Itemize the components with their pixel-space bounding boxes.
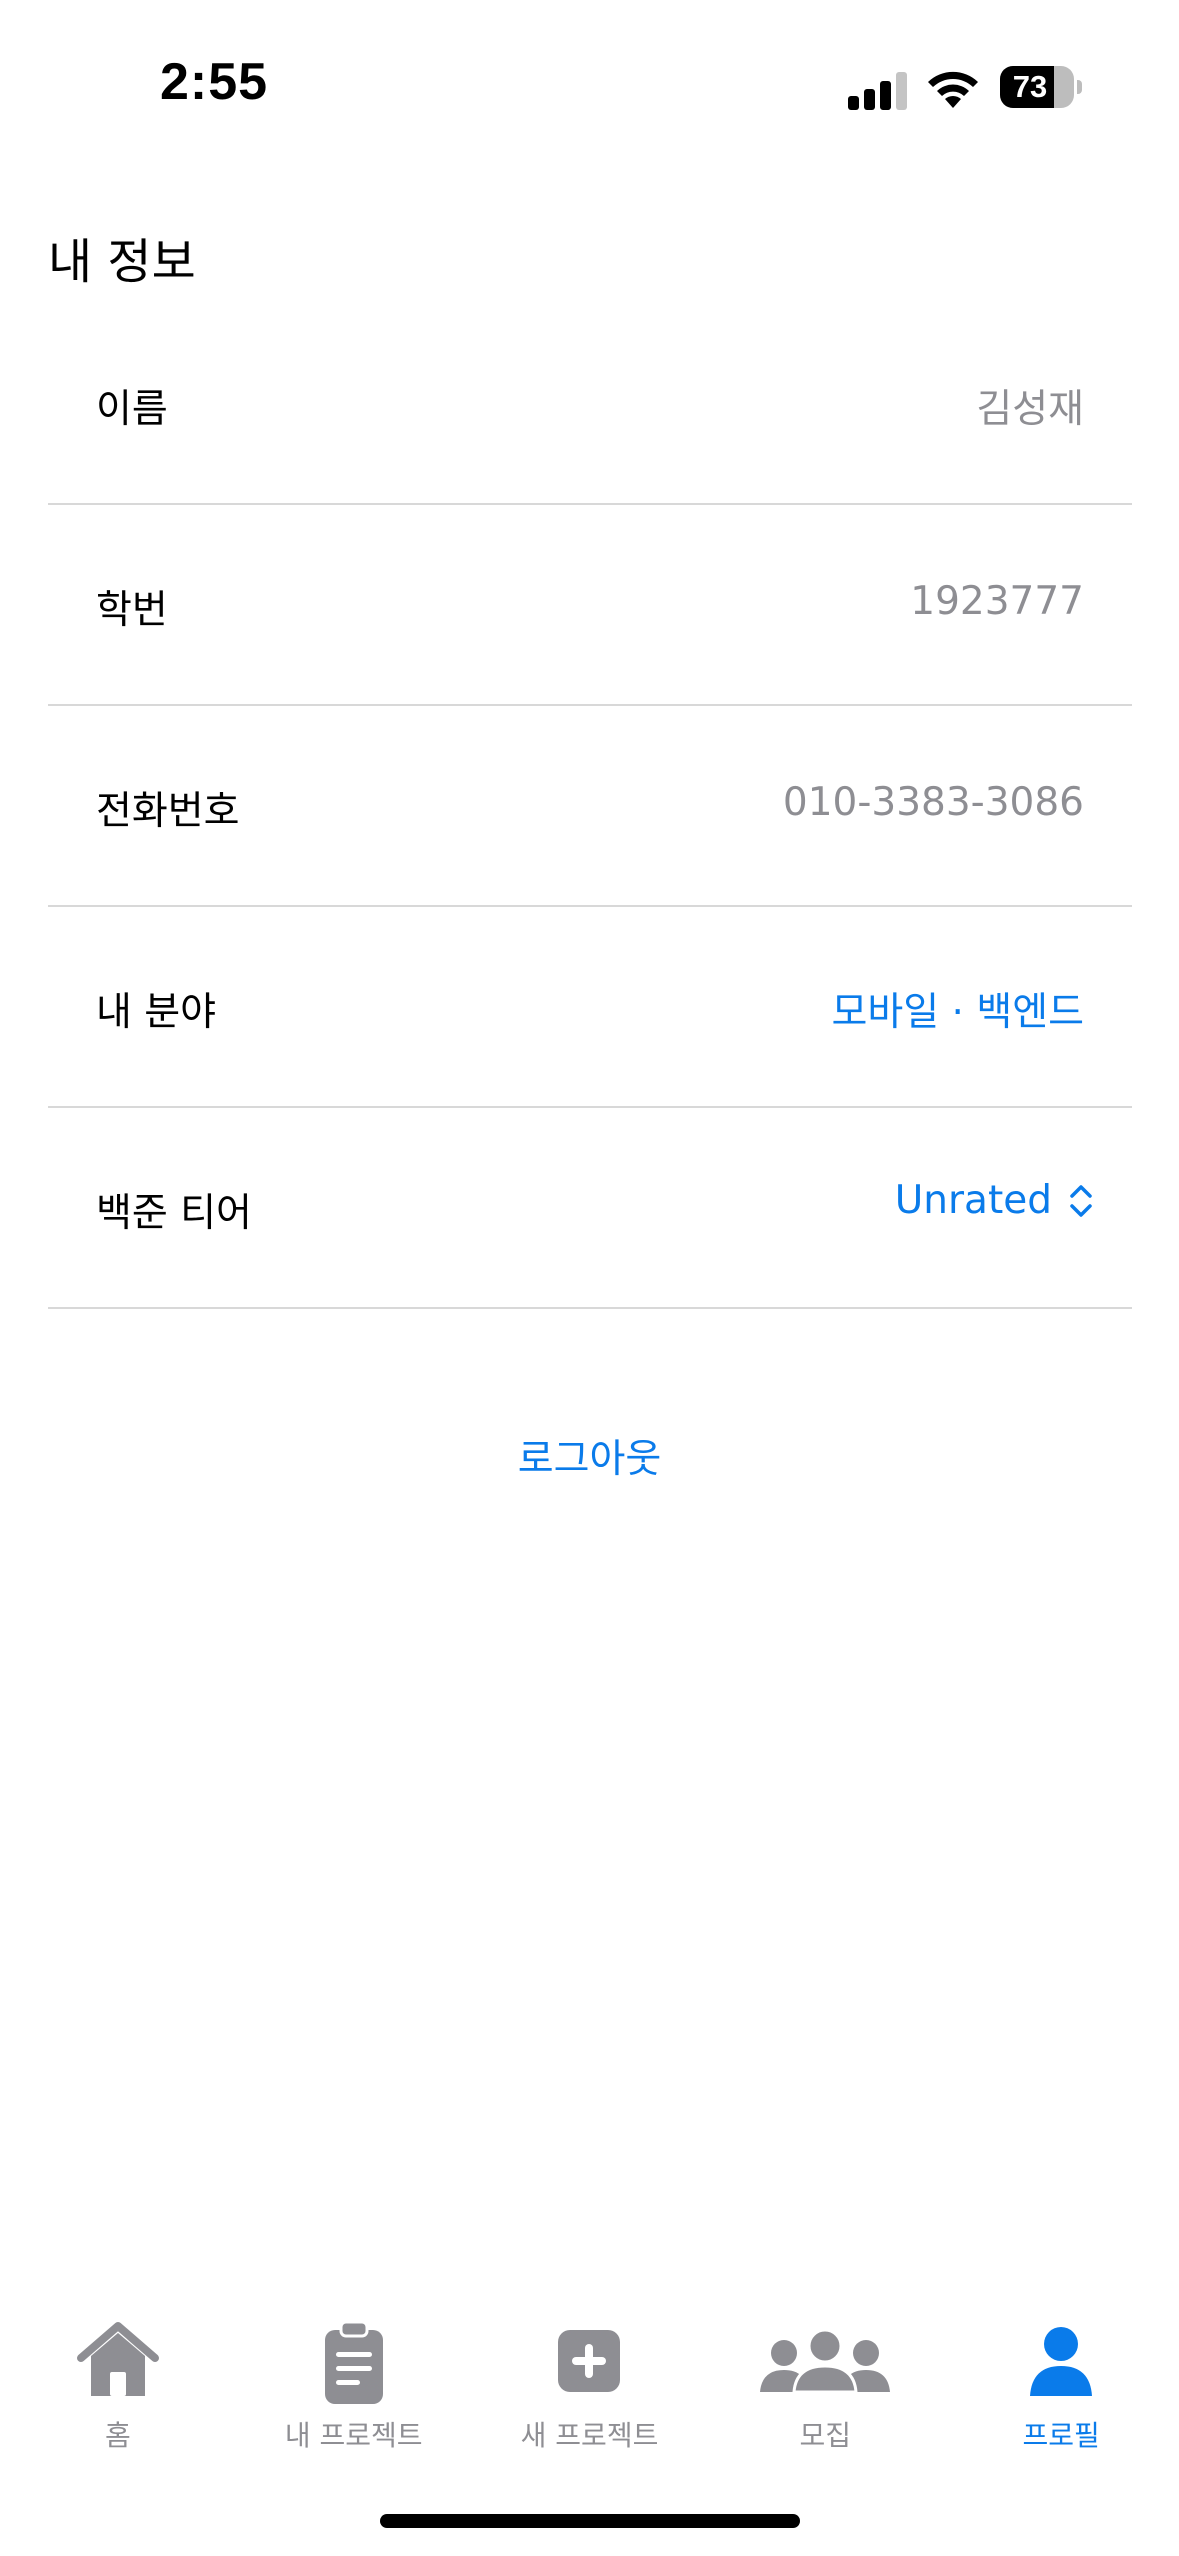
tier-value: Unrated: [894, 1178, 1052, 1223]
tab-label: 홈: [105, 2419, 131, 2452]
battery-icon: 73: [1000, 66, 1082, 108]
page-title: 내 정보: [48, 234, 196, 290]
clipboard-icon: [324, 2320, 383, 2404]
home-indicator[interactable]: [380, 2514, 800, 2528]
field-row[interactable]: 내 분야 모바일 · 백엔드: [48, 907, 1132, 1108]
tab-label: 내 프로젝트: [284, 2419, 423, 2452]
baekjoon-tier-row: 백준 티어 Unrated: [48, 1108, 1132, 1309]
plus-square-icon: [558, 2330, 621, 2392]
status-bar: 2:55 73: [0, 0, 1179, 160]
chevron-up-down-icon: [1070, 1184, 1092, 1217]
name-row: 이름 김성재: [48, 304, 1132, 505]
tab-home[interactable]: 홈: [0, 2310, 236, 2460]
phone-row: 전화번호 010-3383-3086: [48, 706, 1132, 907]
tab-bar: 홈 내 프로젝트 새 프로젝트 모집 프로필: [0, 2310, 1179, 2460]
tier-picker[interactable]: Unrated: [895, 1178, 1094, 1223]
person-icon: [1030, 2327, 1093, 2396]
student-id-row: 학번 1923777: [48, 505, 1132, 706]
name-value: 김성재: [976, 387, 1084, 432]
tab-my-projects[interactable]: 내 프로젝트: [236, 2310, 472, 2460]
info-list: 이름 김성재 학번 1923777 전화번호 010-3383-3086 내 분…: [48, 304, 1132, 1309]
tab-label: 새 프로젝트: [520, 2419, 659, 2452]
student-id-value: 1923777: [910, 579, 1084, 624]
field-link[interactable]: 모바일 · 백엔드: [832, 981, 1084, 1037]
status-time: 2:55: [160, 53, 269, 111]
wifi-icon: [928, 71, 978, 108]
row-label: 이름: [96, 387, 168, 432]
row-label: 학번: [96, 588, 168, 633]
row-label: 전화번호: [96, 789, 240, 834]
logout-button[interactable]: 로그아웃: [0, 1428, 1179, 1484]
tab-label: 모집: [799, 2419, 852, 2452]
row-label: 백준 티어: [96, 1191, 252, 1236]
people-icon: [760, 2328, 891, 2394]
tab-new-project[interactable]: 새 프로젝트: [472, 2310, 708, 2460]
tab-recruit[interactable]: 모집: [707, 2310, 943, 2460]
phone-value: 010-3383-3086: [782, 780, 1084, 825]
house-icon: [76, 2322, 159, 2396]
row-label: 내 분야: [96, 990, 217, 1035]
cellular-signal-icon: [848, 70, 908, 110]
battery-percent: 73: [1012, 69, 1048, 104]
tab-label: 프로필: [1022, 2419, 1100, 2452]
tab-profile[interactable]: 프로필: [943, 2310, 1179, 2460]
